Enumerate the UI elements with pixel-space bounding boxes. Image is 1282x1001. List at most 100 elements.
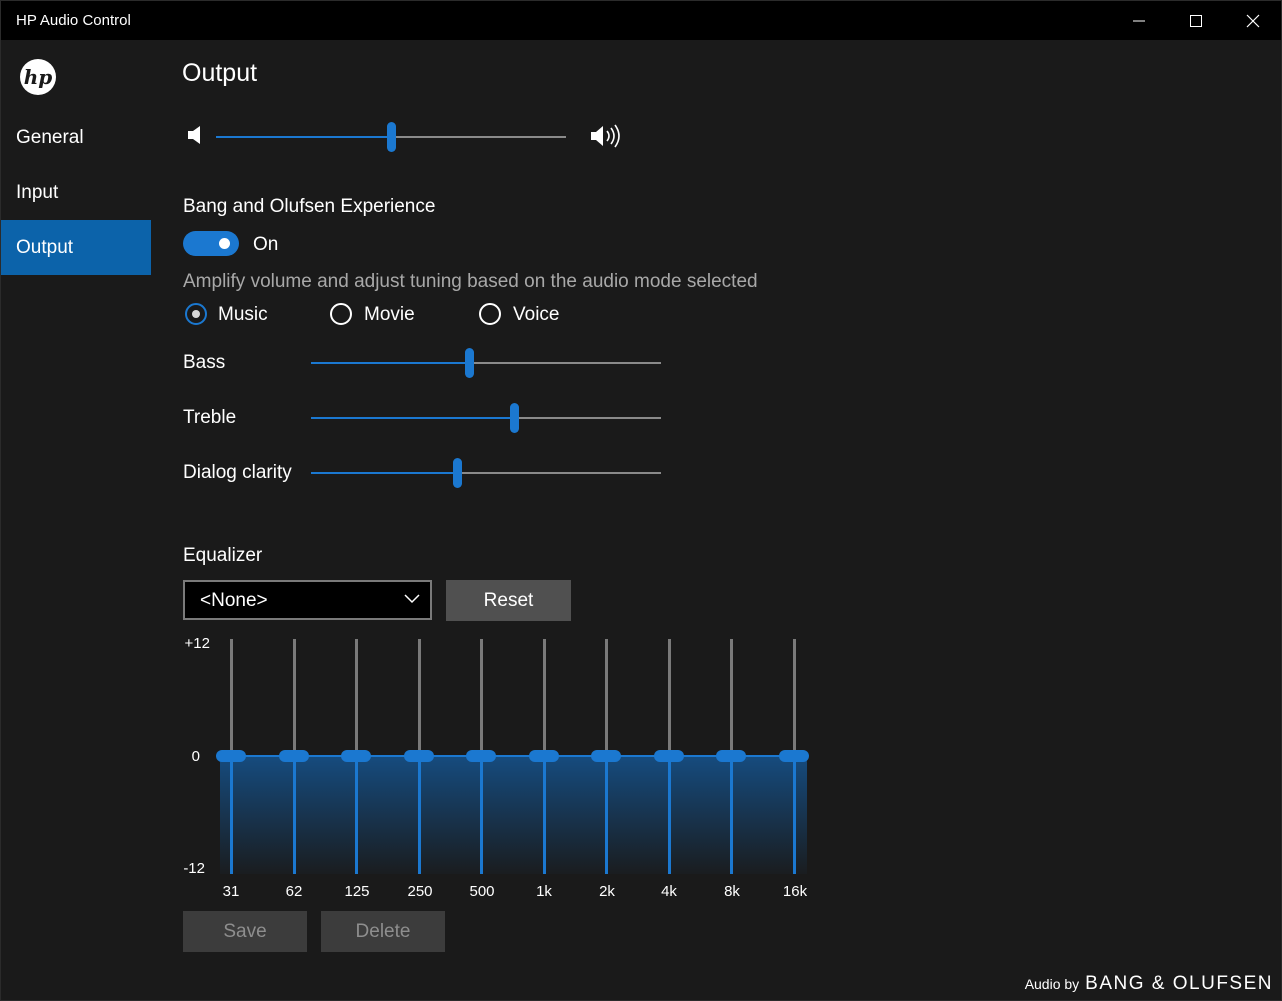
eq-band-62[interactable] bbox=[279, 639, 309, 874]
treble-slider-fill bbox=[311, 417, 514, 419]
eq-track-bottom bbox=[543, 756, 546, 874]
maximize-button[interactable] bbox=[1167, 1, 1224, 40]
close-button[interactable] bbox=[1224, 1, 1281, 40]
eq-band-thumb[interactable] bbox=[716, 750, 746, 762]
app-window: HP Audio Control hp General Input Output… bbox=[0, 0, 1282, 1001]
bo-experience-toggle[interactable] bbox=[183, 231, 239, 256]
mode-voice-radio[interactable] bbox=[479, 303, 501, 325]
eq-track-bottom bbox=[793, 756, 796, 874]
eq-band-1k[interactable] bbox=[529, 639, 559, 874]
eq-track-bottom bbox=[605, 756, 608, 874]
eq-freq-label: 500 bbox=[469, 883, 495, 900]
treble-slider[interactable] bbox=[311, 403, 661, 433]
eq-band-500[interactable] bbox=[466, 639, 496, 874]
eq-band-thumb[interactable] bbox=[466, 750, 496, 762]
eq-track-bottom bbox=[730, 756, 733, 874]
eq-band-thumb[interactable] bbox=[404, 750, 434, 762]
mode-music-radio[interactable] bbox=[185, 303, 207, 325]
eq-freq-label: 250 bbox=[407, 883, 433, 900]
eq-track-bottom bbox=[418, 756, 421, 874]
chevron-down-icon bbox=[404, 594, 420, 604]
volume-slider-fill bbox=[216, 136, 391, 138]
eq-track-top bbox=[668, 639, 671, 756]
sidebar-item-input[interactable]: Input bbox=[1, 165, 151, 220]
bo-experience-description: Amplify volume and adjust tuning based o… bbox=[183, 271, 758, 292]
eq-track-bottom bbox=[355, 756, 358, 874]
eq-scale-min: -12 bbox=[183, 860, 205, 877]
speaker-loud-icon[interactable] bbox=[590, 124, 626, 148]
eq-band-125[interactable] bbox=[341, 639, 371, 874]
eq-band-thumb[interactable] bbox=[654, 750, 684, 762]
output-panel: Output Bang and Olufsen Experience On Am… bbox=[182, 40, 1281, 1000]
save-button[interactable]: Save bbox=[183, 911, 307, 952]
mode-music-label[interactable]: Music bbox=[218, 304, 268, 326]
eq-freq-label: 62 bbox=[285, 883, 303, 900]
eq-band-16k[interactable] bbox=[779, 639, 809, 874]
eq-freq-label: 2k bbox=[599, 883, 615, 900]
eq-track-top bbox=[418, 639, 421, 756]
eq-freq-label: 125 bbox=[344, 883, 370, 900]
equalizer-preset-dropdown[interactable]: <None> bbox=[183, 580, 432, 620]
eq-track-bottom bbox=[668, 756, 671, 874]
eq-track-top bbox=[293, 639, 296, 756]
audio-by-text: Audio by bbox=[1024, 976, 1080, 992]
eq-scale-zero: 0 bbox=[191, 748, 200, 765]
volume-slider[interactable] bbox=[216, 122, 566, 152]
eq-band-31[interactable] bbox=[216, 639, 246, 874]
sidebar-item-label: Input bbox=[16, 182, 59, 203]
eq-freq-label: 31 bbox=[222, 883, 240, 900]
speaker-icon[interactable] bbox=[187, 125, 205, 145]
toggle-state-label: On bbox=[253, 234, 279, 255]
equalizer-preset-value: <None> bbox=[200, 590, 268, 611]
eq-band-8k[interactable] bbox=[716, 639, 746, 874]
eq-track-top bbox=[793, 639, 796, 756]
eq-track-top bbox=[230, 639, 233, 756]
minimize-button[interactable] bbox=[1110, 1, 1167, 40]
eq-track-top bbox=[605, 639, 608, 756]
eq-band-4k[interactable] bbox=[654, 639, 684, 874]
mode-movie-radio[interactable] bbox=[330, 303, 352, 325]
mode-voice-label[interactable]: Voice bbox=[513, 304, 559, 326]
sidebar-item-label: General bbox=[16, 127, 84, 148]
sidebar-item-general[interactable]: General bbox=[1, 110, 151, 165]
eq-band-thumb[interactable] bbox=[591, 750, 621, 762]
sidebar-item-output[interactable]: Output bbox=[1, 220, 151, 275]
treble-slider-thumb[interactable] bbox=[510, 403, 519, 433]
minimize-icon bbox=[1132, 20, 1145, 21]
eq-response-fill bbox=[220, 756, 807, 874]
hp-logo: hp bbox=[20, 59, 56, 95]
eq-freq-label: 4k bbox=[661, 883, 677, 900]
toggle-knob bbox=[219, 238, 230, 249]
sidebar: hp General Input Output bbox=[1, 40, 151, 1000]
dialog-clarity-label: Dialog clarity bbox=[183, 462, 292, 483]
eq-freq-label: 16k bbox=[782, 883, 808, 900]
delete-button[interactable]: Delete bbox=[321, 911, 445, 952]
eq-freq-label: 1k bbox=[536, 883, 552, 900]
eq-track-top bbox=[355, 639, 358, 756]
eq-band-thumb[interactable] bbox=[216, 750, 246, 762]
dialog-clarity-slider-thumb[interactable] bbox=[453, 458, 462, 488]
window-title: HP Audio Control bbox=[16, 12, 131, 29]
volume-slider-thumb[interactable] bbox=[387, 122, 396, 152]
dialog-clarity-slider-fill bbox=[311, 472, 457, 474]
bo-experience-label: Bang and Olufsen Experience bbox=[183, 196, 436, 217]
brand-name: BANG & OLUFSEN bbox=[1085, 973, 1273, 994]
eq-track-bottom bbox=[230, 756, 233, 874]
maximize-icon bbox=[1189, 14, 1202, 27]
mode-movie-label[interactable]: Movie bbox=[364, 304, 415, 326]
eq-band-thumb[interactable] bbox=[279, 750, 309, 762]
bass-slider[interactable] bbox=[311, 348, 661, 378]
bass-slider-thumb[interactable] bbox=[465, 348, 474, 378]
eq-band-thumb[interactable] bbox=[341, 750, 371, 762]
eq-band-250[interactable] bbox=[404, 639, 434, 874]
title-bar: HP Audio Control bbox=[1, 1, 1281, 40]
eq-band-2k[interactable] bbox=[591, 639, 621, 874]
eq-band-thumb[interactable] bbox=[529, 750, 559, 762]
bass-slider-fill bbox=[311, 362, 469, 364]
eq-scale-max: +12 bbox=[184, 635, 210, 652]
sidebar-item-label: Output bbox=[16, 237, 74, 258]
eq-track-bottom bbox=[480, 756, 483, 874]
eq-band-thumb[interactable] bbox=[779, 750, 809, 762]
dialog-clarity-slider[interactable] bbox=[311, 458, 661, 488]
reset-button[interactable]: Reset bbox=[446, 580, 571, 621]
